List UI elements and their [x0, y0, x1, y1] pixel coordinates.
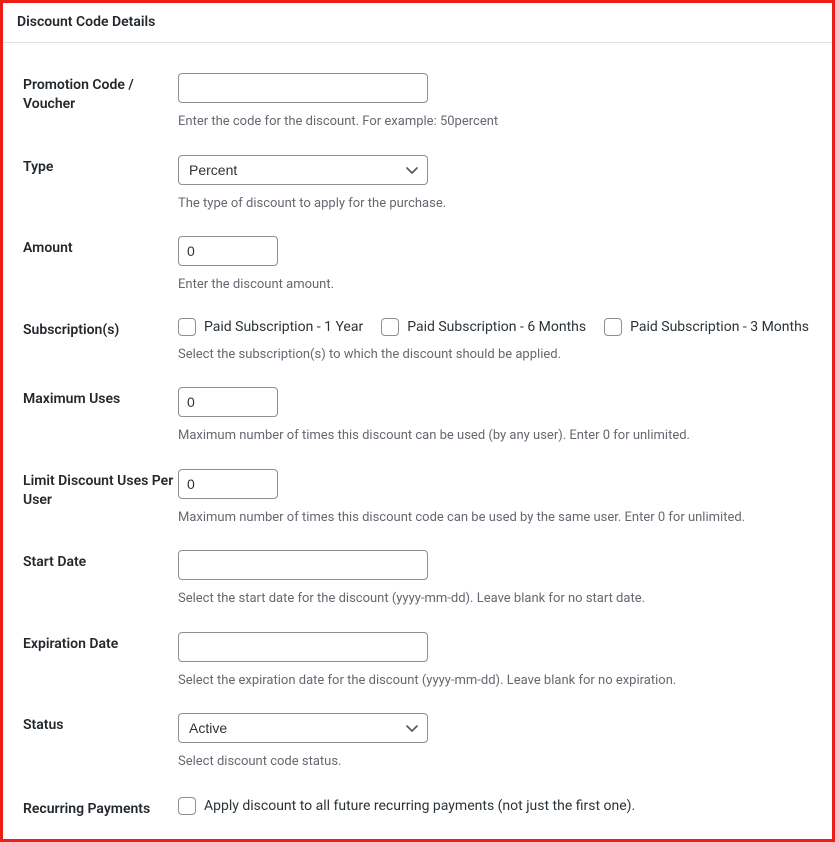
subscription-checkbox-6months[interactable] [381, 318, 399, 336]
subscription-label-6months: Paid Subscription - 6 Months [407, 319, 586, 335]
label-max-uses: Maximum Uses [23, 387, 178, 409]
type-select[interactable]: Percent [178, 155, 428, 185]
recurring-checkbox-label: Apply discount to all future recurring p… [204, 798, 635, 814]
row-promo-code: Promotion Code / Voucher Enter the code … [23, 53, 812, 135]
help-status: Select discount code status. [178, 753, 812, 771]
help-type: The type of discount to apply for the pu… [178, 195, 812, 213]
help-amount: Enter the discount amount. [178, 276, 812, 294]
label-type: Type [23, 155, 178, 177]
subscription-checkbox-1year[interactable] [178, 318, 196, 336]
row-status: Status Active Select discount code statu… [23, 693, 812, 775]
panel-title: Discount Code Details [3, 3, 832, 43]
field-subscriptions: Paid Subscription - 1 Year Paid Subscrip… [178, 318, 812, 364]
label-status: Status [23, 713, 178, 735]
discount-code-details-panel: Discount Code Details Promotion Code / V… [3, 3, 832, 842]
row-new-users: New Users Only Apply discount only for n… [23, 823, 812, 842]
subscription-checkbox-3months[interactable] [604, 318, 622, 336]
subscription-option-1year[interactable]: Paid Subscription - 1 Year [178, 318, 363, 336]
recurring-checkbox[interactable] [178, 797, 196, 815]
subscriptions-options: Paid Subscription - 1 Year Paid Subscrip… [178, 318, 812, 336]
help-start-date: Select the start date for the discount (… [178, 590, 812, 608]
row-expiration-date: Expiration Date Select the expiration da… [23, 612, 812, 694]
status-select-wrap: Active [178, 713, 428, 743]
help-limit-per-user: Maximum number of times this discount co… [178, 509, 812, 527]
recurring-option[interactable]: Apply discount to all future recurring p… [178, 797, 635, 815]
window-frame: Discount Code Details Promotion Code / V… [0, 0, 835, 842]
start-date-input[interactable] [178, 550, 428, 580]
label-expiration-date: Expiration Date [23, 632, 178, 654]
label-promo-code: Promotion Code / Voucher [23, 73, 178, 114]
field-type: Percent The type of discount to apply fo… [178, 155, 812, 213]
field-promo-code: Enter the code for the discount. For exa… [178, 73, 812, 131]
subscription-option-3months[interactable]: Paid Subscription - 3 Months [604, 318, 809, 336]
field-amount: Enter the discount amount. [178, 236, 812, 294]
amount-input[interactable] [178, 236, 278, 266]
row-max-uses: Maximum Uses Maximum number of times thi… [23, 367, 812, 449]
type-select-wrap: Percent [178, 155, 428, 185]
row-amount: Amount Enter the discount amount. [23, 216, 812, 298]
field-status: Active Select discount code status. [178, 713, 812, 771]
row-type: Type Percent The type of discount to app… [23, 135, 812, 217]
subscription-option-6months[interactable]: Paid Subscription - 6 Months [381, 318, 586, 336]
field-limit-per-user: Maximum number of times this discount co… [178, 469, 812, 527]
row-recurring: Recurring Payments Apply discount to all… [23, 775, 812, 823]
label-limit-per-user: Limit Discount Uses Per User [23, 469, 178, 510]
help-subscriptions: Select the subscription(s) to which the … [178, 346, 812, 364]
status-select[interactable]: Active [178, 713, 428, 743]
form-area: Promotion Code / Voucher Enter the code … [3, 43, 832, 842]
help-expiration-date: Select the expiration date for the disco… [178, 672, 812, 690]
label-start-date: Start Date [23, 550, 178, 572]
field-start-date: Select the start date for the discount (… [178, 550, 812, 608]
field-max-uses: Maximum number of times this discount ca… [178, 387, 812, 445]
field-recurring: Apply discount to all future recurring p… [178, 797, 812, 819]
row-subscriptions: Subscription(s) Paid Subscription - 1 Ye… [23, 298, 812, 368]
row-limit-per-user: Limit Discount Uses Per User Maximum num… [23, 449, 812, 531]
help-max-uses: Maximum number of times this discount ca… [178, 427, 812, 445]
row-start-date: Start Date Select the start date for the… [23, 530, 812, 612]
subscription-label-1year: Paid Subscription - 1 Year [204, 319, 363, 335]
label-recurring: Recurring Payments [23, 797, 178, 819]
max-uses-input[interactable] [178, 387, 278, 417]
expiration-date-input[interactable] [178, 632, 428, 662]
label-amount: Amount [23, 236, 178, 258]
subscription-label-3months: Paid Subscription - 3 Months [630, 319, 809, 335]
promo-code-input[interactable] [178, 73, 428, 103]
help-promo-code: Enter the code for the discount. For exa… [178, 113, 812, 131]
label-subscriptions: Subscription(s) [23, 318, 178, 340]
limit-per-user-input[interactable] [178, 469, 278, 499]
field-expiration-date: Select the expiration date for the disco… [178, 632, 812, 690]
